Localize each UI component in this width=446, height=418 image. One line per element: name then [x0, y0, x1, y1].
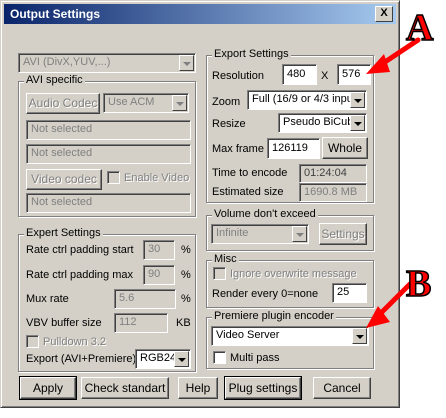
render-every-label: Render every 0=none: [212, 288, 319, 300]
chevron-down-icon[interactable]: [174, 351, 189, 367]
vbv-unit-label: KB: [176, 317, 191, 329]
volume-title: Volume don't exceed: [212, 208, 318, 220]
chevron-down-icon[interactable]: [292, 226, 307, 242]
volume-combo[interactable]: Infinite: [211, 224, 309, 244]
percent-label: %: [181, 269, 191, 281]
rate-start-label: Rate ctrl padding start: [26, 244, 134, 256]
multi-pass-checkbox[interactable]: [213, 351, 226, 364]
estimated-size-label: Estimated size: [212, 186, 284, 198]
export-format-combo[interactable]: RGB24: [135, 349, 191, 369]
audio-codec-field-2: Not selected: [26, 144, 191, 164]
resolution-width-field[interactable]: 480: [282, 64, 317, 85]
ignore-overwrite-label: Ignore overwrite message: [230, 268, 357, 280]
mux-rate-label: Mux rate: [26, 293, 69, 305]
apply-button[interactable]: Apply: [19, 376, 77, 400]
audio-codec-field-1: Not selected: [26, 120, 191, 140]
chevron-down-icon[interactable]: [172, 95, 187, 111]
title-bar: Output Settings X: [4, 4, 396, 24]
expert-settings-title: Expert Settings: [24, 227, 103, 239]
format-combo-value: AVI (DivX,YUV,...): [23, 56, 111, 68]
rate-max-field[interactable]: 90: [143, 265, 175, 285]
rate-max-label: Rate ctrl padding max: [26, 269, 133, 281]
chevron-down-icon[interactable]: [179, 55, 194, 71]
max-frame-field[interactable]: 126119: [267, 138, 320, 159]
max-frame-label: Max frame: [212, 143, 264, 155]
arrow-b: [366, 281, 413, 328]
resolution-x-label: X: [321, 70, 329, 82]
video-codec-button[interactable]: Video codec: [26, 169, 102, 190]
mux-rate-field[interactable]: 5.6: [114, 289, 176, 309]
avi-specific-title: AVI specific: [24, 74, 85, 86]
rate-start-field[interactable]: 30: [143, 240, 175, 260]
zoom-label: Zoom: [212, 96, 241, 108]
check-standart-button[interactable]: Check standart: [81, 377, 169, 399]
arrow-b-label: B: [406, 263, 431, 305]
audio-mode-value: Use ACM: [108, 96, 155, 108]
export-settings-title: Export Settings: [212, 48, 291, 60]
volume-value: Infinite: [216, 227, 249, 239]
resolution-label: Resolution: [212, 70, 264, 82]
misc-title: Misc: [212, 253, 239, 265]
vbv-field[interactable]: 112: [114, 313, 168, 333]
time-to-encode-label: Time to encode: [212, 167, 288, 179]
resize-label: Resize: [212, 118, 246, 130]
export-format-label: Export (AVI+Premiere): [26, 353, 137, 365]
premiere-title: Premiere plugin encoder: [212, 310, 336, 322]
vbv-label: VBV buffer size: [26, 317, 102, 329]
window-title: Output Settings: [10, 7, 100, 21]
plug-settings-button[interactable]: Plug settings: [224, 376, 302, 400]
video-codec-field: Not selected: [26, 193, 191, 213]
annotation-overlay: A B: [366, 6, 435, 328]
pulldown-checkbox[interactable]: [26, 335, 39, 348]
audio-mode-combo[interactable]: Use ACM: [103, 93, 189, 113]
multi-pass-label: Multi pass: [230, 352, 280, 364]
enable-video-label: Enable Video: [124, 172, 190, 184]
enable-video-checkbox[interactable]: [107, 171, 120, 184]
arrow-a-label: A: [406, 7, 434, 49]
percent-label: %: [181, 293, 191, 305]
pulldown-label: Pulldown 3.2: [43, 336, 106, 348]
export-format-value: RGB24: [140, 352, 177, 364]
premiere-encoder-value: Video Server: [216, 329, 280, 341]
help-button[interactable]: Help: [178, 377, 218, 399]
percent-label: %: [181, 244, 191, 256]
ignore-overwrite-checkbox[interactable]: [213, 267, 226, 280]
audio-codec-button[interactable]: Audio Codec: [26, 93, 100, 114]
format-combo[interactable]: AVI (DivX,YUV,...): [18, 53, 196, 73]
